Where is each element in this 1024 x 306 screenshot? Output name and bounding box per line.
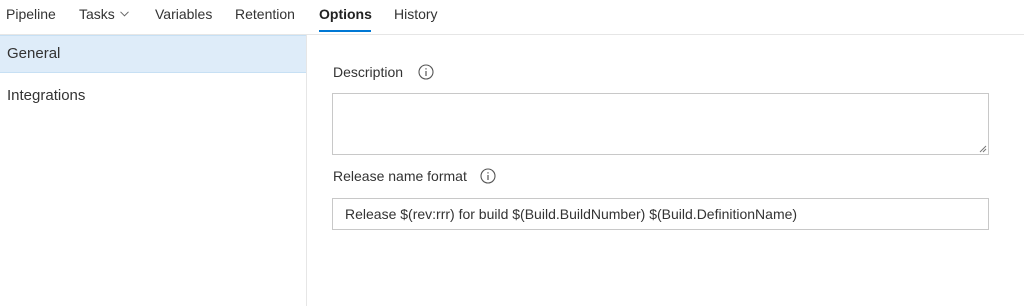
tab-history[interactable]: History bbox=[394, 6, 438, 22]
description-field[interactable] bbox=[332, 93, 989, 155]
sidebar-item-label: General bbox=[7, 45, 61, 62]
info-icon[interactable] bbox=[480, 168, 496, 184]
tab-tasks[interactable]: Tasks bbox=[79, 6, 129, 22]
tab-variables[interactable]: Variables bbox=[155, 6, 212, 22]
tab-retention[interactable]: Retention bbox=[235, 6, 295, 22]
release-name-format-input[interactable]: Release $(rev:rrr) for build $(Build.Bui… bbox=[332, 198, 989, 230]
tab-pipeline[interactable]: Pipeline bbox=[6, 6, 56, 22]
info-icon[interactable] bbox=[418, 64, 434, 80]
active-tab-indicator bbox=[319, 30, 371, 32]
resize-handle-icon[interactable] bbox=[978, 144, 987, 153]
sidebar-item-integrations[interactable]: Integrations bbox=[0, 77, 306, 115]
options-sidebar: General Integrations bbox=[0, 35, 307, 306]
tab-options[interactable]: Options bbox=[319, 6, 372, 22]
release-name-format-label: Release name format bbox=[333, 168, 467, 184]
description-label: Description bbox=[333, 64, 404, 80]
sidebar-item-general[interactable]: General bbox=[0, 35, 306, 73]
tab-tasks-label: Tasks bbox=[79, 6, 115, 22]
sidebar-item-label: Integrations bbox=[7, 87, 86, 104]
chevron-down-icon bbox=[119, 11, 129, 17]
tab-bar: Pipeline Tasks Variables Retention Optio… bbox=[0, 0, 1024, 35]
